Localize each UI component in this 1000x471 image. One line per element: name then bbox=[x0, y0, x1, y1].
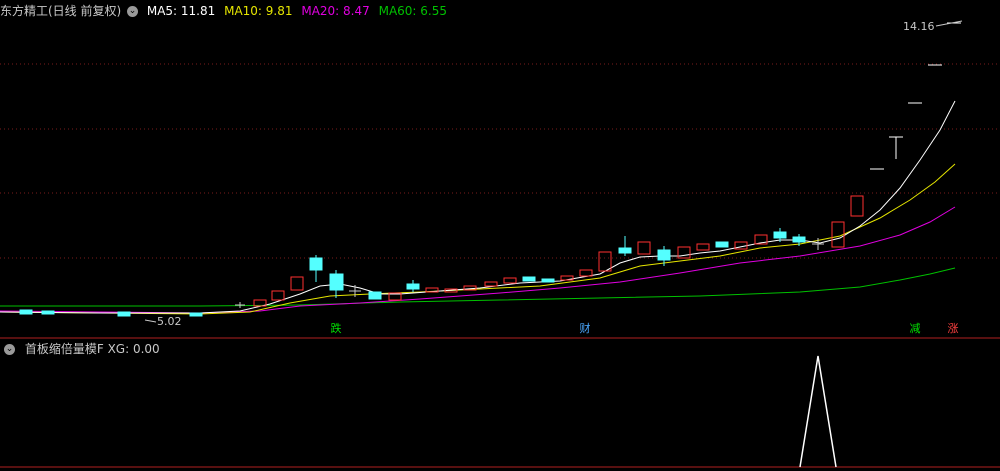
indicator-title[interactable]: 首板缩倍量模F bbox=[25, 342, 104, 356]
ma60-value: MA60: 6.55 bbox=[378, 4, 448, 18]
main-gridlines bbox=[0, 63, 1000, 259]
candle bbox=[368, 291, 382, 300]
candle bbox=[696, 243, 710, 251]
candle bbox=[792, 236, 806, 243]
low-arrow bbox=[144, 319, 157, 323]
candle bbox=[522, 276, 536, 282]
candle bbox=[41, 310, 55, 315]
candle bbox=[715, 241, 729, 248]
candle bbox=[637, 241, 651, 255]
candle bbox=[618, 247, 632, 254]
marker-jian: 减 bbox=[909, 322, 921, 335]
chart-header: 东方精工(日线 前复权) ⌄ MA5: 11.81 MA10: 9.81 MA2… bbox=[0, 0, 1000, 22]
candle bbox=[657, 249, 671, 261]
low-price-label: 5.02 bbox=[157, 315, 182, 328]
indicator-xg-value: XG: 0.00 bbox=[107, 342, 160, 356]
candle bbox=[271, 290, 285, 301]
candle bbox=[503, 277, 517, 284]
candle bbox=[290, 276, 304, 291]
ma5-value: MA5: 11.81 bbox=[146, 4, 216, 18]
candle bbox=[541, 278, 555, 283]
candle bbox=[579, 269, 593, 277]
candle bbox=[309, 257, 323, 271]
ma5-line bbox=[0, 100, 956, 314]
marker-die: 跌 bbox=[330, 322, 342, 335]
ma20-line bbox=[0, 206, 956, 314]
xg-signal-line bbox=[799, 355, 837, 468]
ma60-line bbox=[0, 267, 956, 307]
marker-zhang: 涨 bbox=[947, 322, 959, 335]
candle bbox=[598, 251, 612, 272]
candle bbox=[773, 231, 787, 239]
high-price-label: 14.16 bbox=[903, 20, 935, 33]
chart-canvas bbox=[0, 20, 1000, 468]
candle bbox=[189, 312, 203, 317]
chevron-down-icon[interactable]: ⌄ bbox=[127, 6, 139, 17]
candlesticks bbox=[19, 22, 961, 317]
chevron-down-icon[interactable]: ⌄ bbox=[4, 344, 15, 355]
candle bbox=[329, 273, 344, 291]
ma20-value: MA20: 8.47 bbox=[301, 4, 370, 18]
candle bbox=[850, 195, 864, 217]
candle bbox=[19, 309, 33, 315]
candle bbox=[484, 281, 498, 287]
stock-title[interactable]: 东方精工(日线 前复权) bbox=[0, 4, 121, 18]
ma10-value: MA10: 9.81 bbox=[224, 4, 293, 18]
marker-cai: 财 bbox=[579, 322, 591, 335]
candle bbox=[117, 311, 131, 317]
indicator-header: ⌄ 首板缩倍量模F XG: 0.00 bbox=[0, 340, 1000, 358]
